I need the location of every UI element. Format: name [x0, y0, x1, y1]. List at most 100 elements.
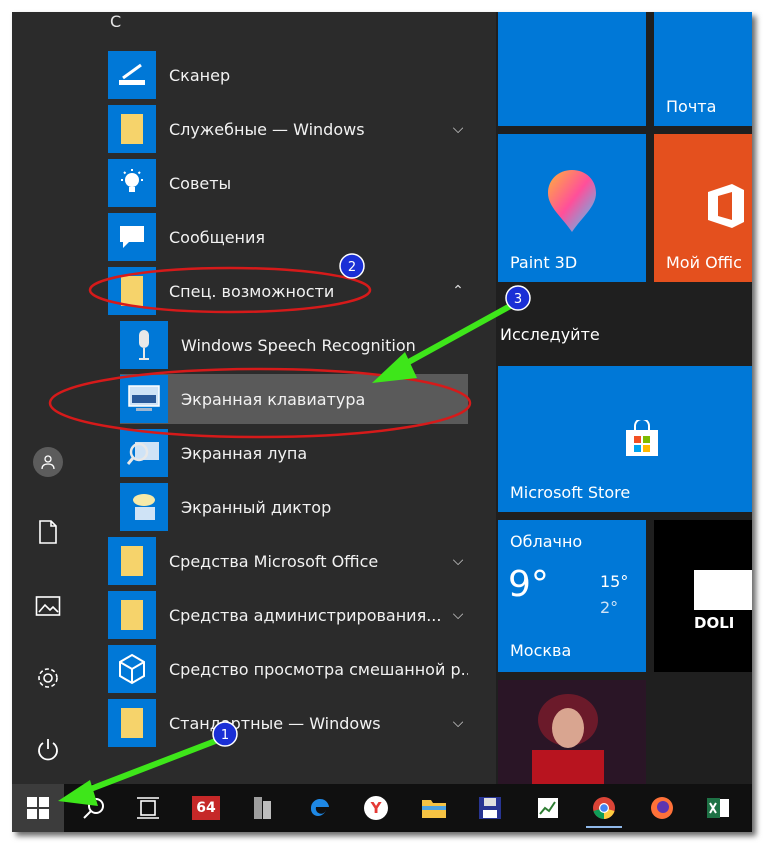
folder-icon	[108, 699, 156, 747]
tile-dolby[interactable]: DOLI	[654, 520, 752, 672]
settings-button[interactable]	[30, 660, 66, 696]
tile-label: Paint 3D	[510, 253, 578, 272]
chevron-up-icon[interactable]: ⌃	[448, 281, 468, 301]
app-folder-admin-tools[interactable]: Средства администрирования... ⌵	[108, 590, 468, 640]
paint3d-icon	[548, 170, 596, 232]
photo-thumbnail	[498, 680, 646, 784]
taskbar-yandex[interactable]: Y	[358, 790, 394, 826]
tile-label: DOLI	[694, 614, 735, 632]
tile-weather[interactable]: Облачно 9° 15° 2° Москва	[498, 520, 646, 672]
app64-icon: 64	[192, 796, 220, 820]
pictures-button[interactable]	[30, 588, 66, 624]
gear-icon	[38, 668, 58, 688]
taskbar-excel[interactable]	[700, 790, 736, 826]
message-icon	[108, 213, 156, 261]
start-menu: C Сканер Служебные — Windows ⌵ Советы Со…	[12, 12, 752, 832]
weather-high: 15°	[600, 572, 629, 591]
app-folder-accessibility[interactable]: Спец. возможности ⌃	[108, 266, 468, 316]
app-item-label: Спец. возможности	[169, 281, 335, 301]
taskbar-save-app[interactable]	[472, 790, 508, 826]
picture-icon	[35, 596, 61, 616]
app-item-mixed-reality-viewer[interactable]: Средство просмотра смешанной р...	[108, 644, 468, 694]
search-icon	[83, 798, 104, 819]
tile-area: Почта Paint 3D Мой Offic Исследуйте Micr…	[496, 12, 752, 784]
tile-label: Microsoft Store	[510, 483, 631, 502]
taskbar-edge[interactable]	[302, 790, 338, 826]
power-button[interactable]	[30, 732, 66, 768]
narrator-icon	[120, 483, 168, 531]
tile-label: Почта	[666, 97, 717, 116]
scanner-icon	[108, 51, 156, 99]
app-item-label: Экранный диктор	[181, 497, 332, 517]
app-item-label: Средства Microsoft Office	[169, 551, 379, 571]
tile-photo[interactable]	[498, 680, 646, 784]
weather-condition: Облачно	[510, 532, 583, 551]
app-folder-service[interactable]: Служебные — Windows ⌵	[108, 104, 468, 154]
microphone-icon	[120, 321, 168, 369]
taskbar: 64 Y	[12, 784, 752, 832]
app-item-onscreen-keyboard[interactable]: Экранная клавиатура	[120, 374, 468, 424]
app-item-messages[interactable]: Сообщения	[108, 212, 468, 262]
lightbulb-icon	[108, 159, 156, 207]
taskbar-explorer[interactable]	[416, 790, 452, 826]
app-item-label: Экранная лупа	[181, 443, 308, 463]
chevron-down-icon[interactable]: ⌵	[448, 605, 468, 625]
app-list: C Сканер Служебные — Windows ⌵ Советы Со…	[84, 12, 558, 784]
tile-blank[interactable]	[498, 12, 646, 126]
app-item-label: Сканер	[169, 65, 231, 85]
taskbar-app-server[interactable]	[244, 790, 280, 826]
folder-icon	[108, 537, 156, 585]
chrome-icon	[593, 797, 615, 819]
server-icon	[254, 797, 271, 819]
taskbar-app-64[interactable]: 64	[188, 790, 224, 826]
taskbar-chart-app[interactable]	[530, 790, 566, 826]
taskbar-firefox[interactable]	[644, 790, 680, 826]
app-item-label: Средства администрирования...	[169, 605, 442, 625]
weather-temp: 9°	[508, 564, 549, 605]
app-item-speech-recognition[interactable]: Windows Speech Recognition	[120, 320, 468, 370]
app-item-tips[interactable]: Советы	[108, 158, 468, 208]
app-item-narrator[interactable]: Экранный диктор	[120, 482, 468, 532]
documents-button[interactable]	[30, 514, 66, 550]
folder-icon	[422, 800, 446, 818]
folder-icon	[108, 105, 156, 153]
tile-microsoft-store[interactable]: Microsoft Store	[498, 366, 752, 512]
user-icon	[33, 447, 63, 477]
app-item-label: Советы	[169, 173, 232, 193]
firefox-icon	[651, 797, 673, 819]
app-item-magnifier[interactable]: Экранная лупа	[120, 428, 468, 478]
app-folder-office-tools[interactable]: Средства Microsoft Office ⌵	[108, 536, 468, 586]
tile-mail[interactable]: Почта	[654, 12, 752, 126]
tile-paint3d[interactable]: Paint 3D	[498, 134, 646, 282]
taskbar-search[interactable]	[76, 790, 112, 826]
app-folder-accessories[interactable]: Стандартные — Windows ⌵	[108, 698, 468, 748]
user-avatar-button[interactable]	[30, 444, 66, 480]
floppy-icon	[479, 797, 501, 819]
power-icon	[38, 739, 58, 761]
windows-logo-icon	[27, 797, 49, 819]
task-view-icon	[137, 797, 159, 819]
tile-label: Мой Offic	[666, 253, 742, 272]
document-icon	[39, 520, 57, 544]
app-item-label: Стандартные — Windows	[169, 713, 381, 733]
edge-icon	[310, 798, 329, 816]
yandex-icon: Y	[364, 796, 388, 820]
chevron-down-icon[interactable]: ⌵	[448, 551, 468, 571]
tile-my-office[interactable]: Мой Offic	[654, 134, 752, 282]
chevron-down-icon[interactable]: ⌵	[448, 119, 468, 139]
taskbar-chrome[interactable]	[586, 790, 622, 828]
app-item-label: Служебные — Windows	[169, 119, 365, 139]
app-item-label: Средство просмотра смешанной р...	[169, 659, 468, 679]
office-icon	[708, 184, 744, 228]
app-item-label: Сообщения	[169, 227, 266, 247]
start-button[interactable]	[12, 784, 64, 832]
weather-city: Москва	[510, 641, 572, 660]
section-letter[interactable]: C	[110, 12, 121, 31]
chevron-down-icon[interactable]: ⌵	[448, 713, 468, 733]
magnifier-icon	[120, 429, 168, 477]
weather-low: 2°	[600, 598, 619, 617]
app-item-scanner[interactable]: Сканер	[108, 50, 468, 100]
excel-icon	[707, 798, 729, 818]
dolby-logo	[694, 570, 752, 610]
task-view-button[interactable]	[130, 790, 166, 826]
